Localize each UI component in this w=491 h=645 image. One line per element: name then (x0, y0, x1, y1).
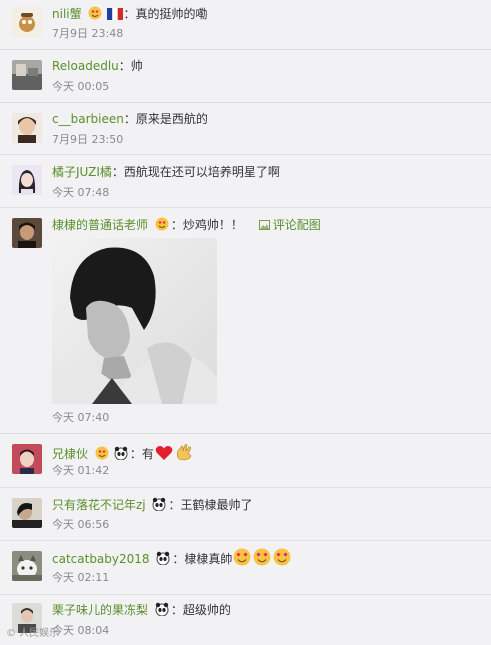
comment-item: 栗子味儿的果冻梨 ：超级帅的 今天 08:04 (0, 595, 491, 645)
comment-colon: ： (170, 218, 183, 232)
comment-username[interactable]: 栗子味儿的果冻梨 (52, 603, 148, 617)
comment-colon: ： (172, 552, 185, 566)
comment-text: 真的挺帅的嘞 (135, 7, 208, 21)
comment-item: Reloadedlu：帅 今天 00:05 (0, 50, 491, 103)
comment-time: 今天 01:42 (52, 464, 110, 477)
comment-text: 西航现在还可以培养明星了啊 (123, 165, 280, 179)
comment-item: catcatbaby2018 ：棣棣真帥 今天 02:11 (0, 541, 491, 595)
avatar[interactable] (12, 551, 42, 581)
avatar[interactable] (12, 113, 42, 143)
comment-item: nili蟹 ：真的挺帅的嘞 7月9日 23:48 (0, 0, 491, 50)
comment-picture-label: 评论配图 (272, 218, 321, 232)
heart-icon (155, 445, 173, 465)
heart-eyes-icon (273, 548, 291, 570)
comment-text: 有 (141, 447, 154, 461)
avatar[interactable] (12, 218, 42, 248)
comment-text: 王鹤棣最帅了 (180, 498, 253, 512)
comment-time: 今天 07:40 (52, 411, 110, 424)
comment-item: 棣棣的普通话老师 ：炒鸡帅！！ 评论配图 今天 07:40 (0, 208, 491, 434)
comment-picture-link[interactable]: 评论配图 (258, 218, 321, 232)
comment-item: 兄棣伙 ：有 今天 01:42 (0, 434, 491, 488)
heart-eyes-icon (253, 548, 271, 570)
comment-time: 今天 02:11 (52, 571, 110, 584)
heart-eyes-icon (88, 6, 104, 20)
comment-text: 原来是西航的 (135, 112, 208, 126)
avatar[interactable] (12, 7, 42, 37)
comment-item: 只有落花不记年zj ：王鹤棣最帅了 今天 06:56 (0, 488, 491, 541)
comment-colon: ： (111, 165, 124, 179)
avatar[interactable] (12, 498, 42, 528)
panda-icon (114, 446, 130, 461)
comment-time: 今天 00:05 (52, 80, 110, 93)
comment-item: c__barbieen：原来是西航的 7月9日 23:50 (0, 103, 491, 155)
panda-icon (156, 551, 172, 566)
comment-time: 今天 06:56 (52, 518, 110, 531)
comment-time: 今天 08:04 (52, 624, 110, 637)
comment-username[interactable]: 橘子JUZI橘 (52, 165, 112, 179)
heart-eyes-icon (233, 548, 251, 570)
french-flag-icon (107, 7, 124, 21)
comment-username[interactable]: 兄棣伙 (52, 447, 88, 461)
comment-colon: ： (170, 603, 183, 617)
comment-username[interactable]: 棣棣的普通话老师 (52, 218, 148, 232)
avatar[interactable] (12, 444, 42, 474)
comment-colon: ： (168, 498, 181, 512)
comment-username[interactable]: catcatbaby2018 (52, 552, 150, 566)
comment-text: 棣棣真帥 (184, 552, 233, 566)
comment-colon: ： (118, 59, 131, 73)
comment-text: 炒鸡帅！！ (182, 218, 243, 232)
panda-icon (152, 497, 168, 512)
comment-colon: ： (123, 112, 136, 126)
comment-colon: ： (123, 7, 136, 21)
image-icon (258, 220, 270, 230)
comment-photo[interactable] (52, 238, 217, 404)
comment-colon: ： (129, 447, 142, 461)
heart-eyes-icon (95, 446, 111, 460)
comment-item: 橘子JUZI橘：西航现在还可以培养明星了啊 今天 07:48 (0, 155, 491, 208)
comment-time: 7月9日 23:48 (52, 27, 124, 40)
ok-hand-icon (175, 443, 193, 465)
watermark: © 人民娱乐 (6, 628, 60, 639)
comment-text: 超级帅的 (182, 603, 231, 617)
avatar[interactable] (12, 60, 42, 90)
comment-username[interactable]: Reloadedlu (52, 59, 119, 73)
comment-username[interactable]: c__barbieen (52, 112, 124, 126)
comment-time: 7月9日 23:50 (52, 133, 124, 146)
avatar[interactable] (12, 165, 42, 195)
comment-text: 帅 (130, 59, 143, 73)
comment-username[interactable]: nili蟹 (52, 7, 82, 21)
panda-icon (155, 602, 171, 617)
comment-username[interactable]: 只有落花不记年zj (52, 498, 146, 512)
comment-time: 今天 07:48 (52, 186, 110, 199)
heart-eyes-icon (155, 217, 171, 231)
